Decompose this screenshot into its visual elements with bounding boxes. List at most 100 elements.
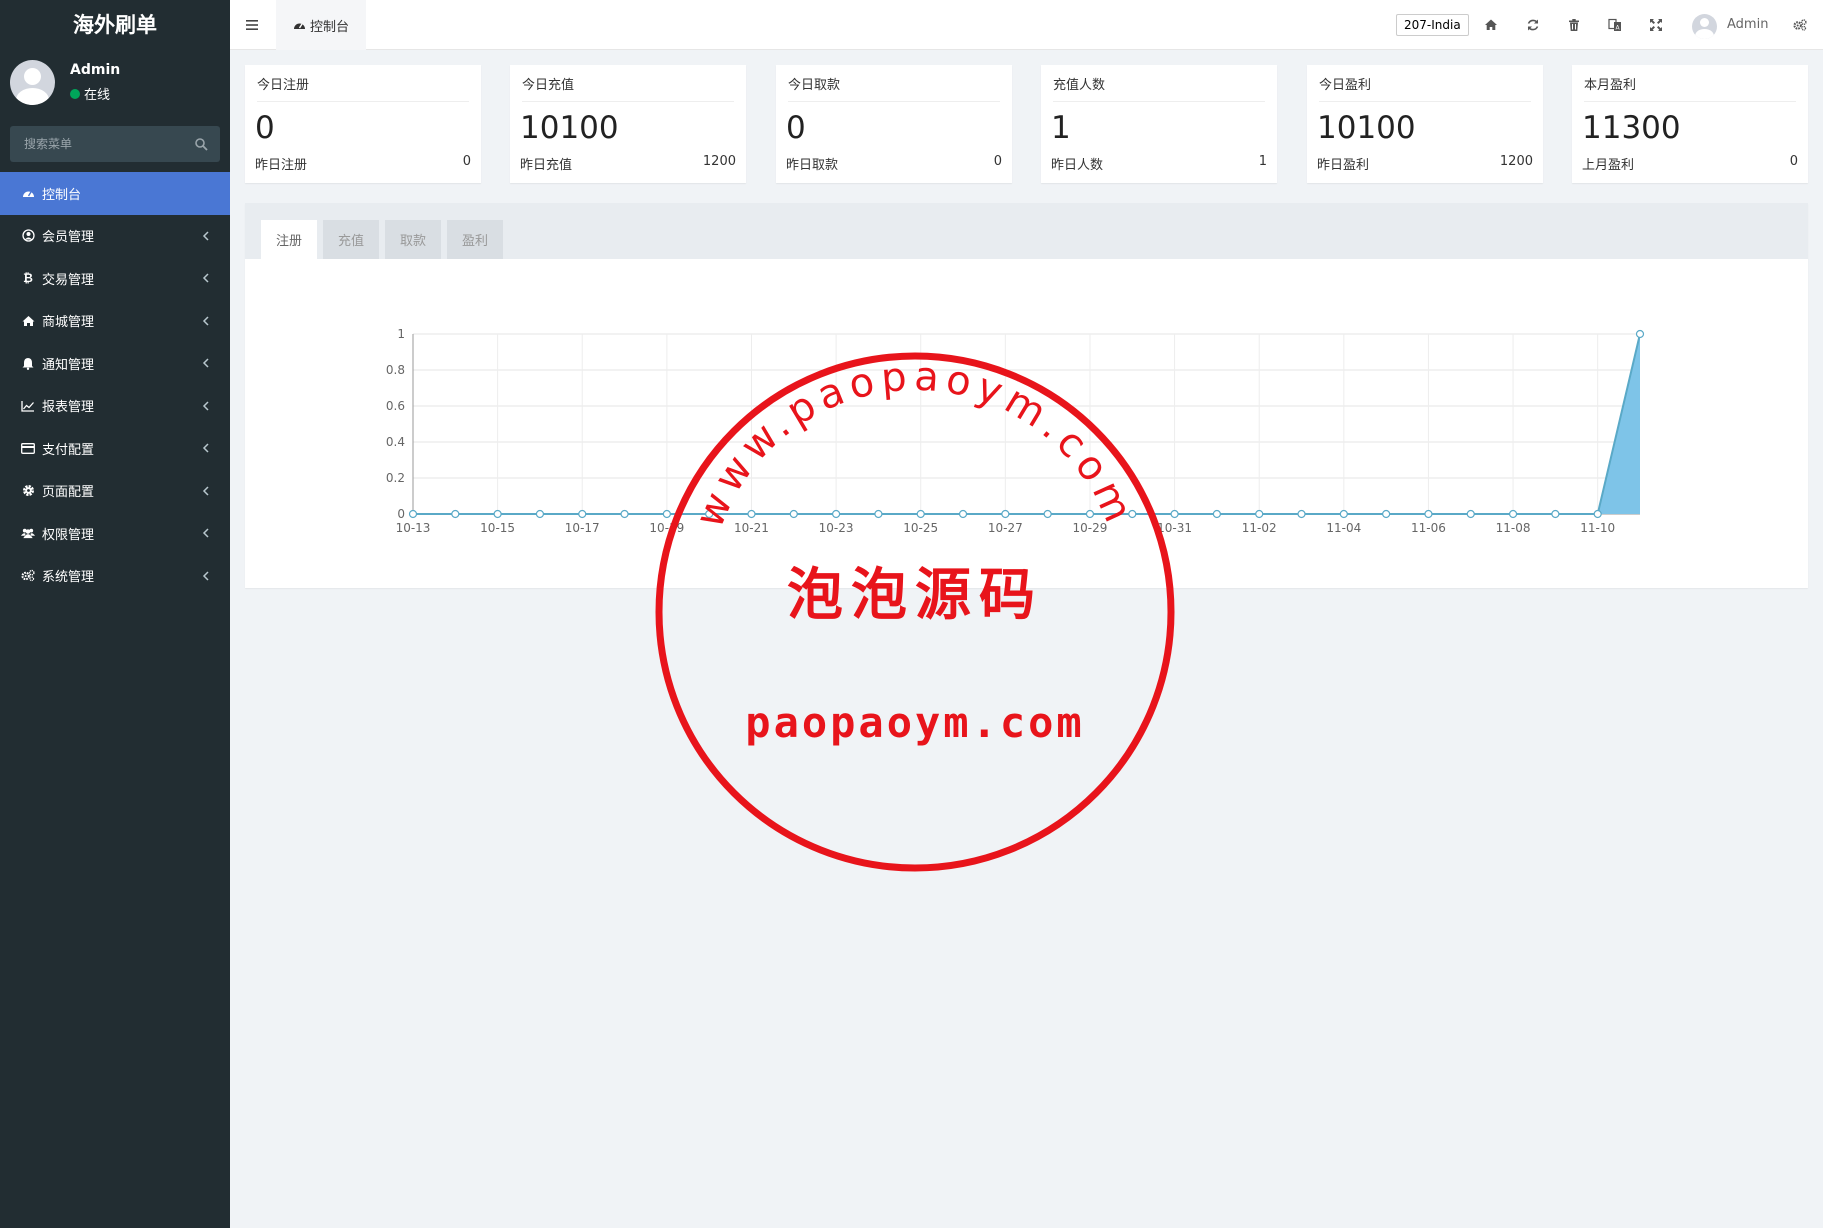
online-dot-icon	[70, 88, 80, 99]
chevron-left-icon	[202, 230, 209, 241]
y-tick-label: 0	[397, 507, 405, 521]
tab-recharge[interactable]: 充值	[323, 220, 379, 259]
data-point	[1212, 509, 1221, 519]
sidebar-item-notices[interactable]: 通知管理	[0, 342, 230, 385]
stat-title: 充值人数	[1053, 78, 1106, 93]
data-point	[535, 509, 545, 519]
x-tick-label: 10-17	[565, 521, 600, 535]
chevron-left-icon	[202, 570, 209, 581]
user-circle-icon	[21, 229, 35, 243]
sidebar-item-label: 支付配置	[42, 442, 95, 458]
data-point	[493, 509, 502, 519]
sidebar-item-permissions[interactable]: 权限管理	[0, 512, 230, 555]
stat-sub-value: 1200	[1499, 154, 1533, 169]
sidebar-item-payment[interactable]: 支付配置	[0, 427, 230, 470]
sidebar-menu: 控制台 会员管理 ₿ 交易管理 商城管理 通知管理 报表管理 支付配置 页面配置…	[0, 172, 230, 597]
sidebar-item-label: 通知管理	[42, 357, 95, 373]
fullscreen-icon[interactable]	[1649, 18, 1663, 32]
trash-icon[interactable]	[1567, 18, 1581, 32]
stat-title: 今日盈利	[1319, 78, 1372, 93]
stat-sub-label: 昨日人数	[1051, 158, 1104, 173]
data-point	[874, 509, 883, 519]
stamp-bottom-text: paopaoym.com	[745, 698, 1084, 747]
divider	[522, 101, 734, 102]
language-icon[interactable]: A	[1608, 18, 1622, 32]
stat-value: 0	[255, 110, 275, 146]
sidebar-item-members[interactable]: 会员管理	[0, 215, 230, 258]
sidebar-item-label: 会员管理	[42, 230, 95, 246]
menu-search	[10, 126, 220, 162]
region-selector[interactable]: 207-India	[1396, 14, 1469, 36]
stat-value: 10100	[520, 110, 619, 146]
data-point	[1508, 509, 1518, 519]
sidebar-item-reports[interactable]: 报表管理	[0, 385, 230, 428]
data-point	[1085, 509, 1095, 519]
x-tick-label: 11-08	[1496, 521, 1531, 535]
chevron-left-icon	[202, 443, 209, 453]
brand-title[interactable]: 海外刷单	[0, 0, 230, 50]
bitcoin-icon: ₿	[23, 271, 33, 286]
y-tick-label: 0.4	[386, 435, 405, 449]
menu-search-input[interactable]	[10, 126, 180, 162]
menu-toggle-icon[interactable]	[245, 18, 259, 32]
x-tick-label: 11-06	[1411, 521, 1446, 535]
data-point	[705, 509, 714, 519]
top-header: 控制台 207-India A Admin	[230, 0, 1823, 50]
stat-sub-value: 1200	[702, 154, 736, 169]
data-point	[451, 509, 460, 519]
data-point	[1128, 509, 1137, 519]
settings-icon[interactable]	[1793, 18, 1807, 32]
stat-title: 本月盈利	[1584, 78, 1637, 93]
stat-card-profit-today: 今日盈利 10100 昨日盈利 1200	[1307, 65, 1543, 183]
refresh-icon[interactable]	[1526, 18, 1540, 32]
stat-value: 1	[1051, 110, 1071, 146]
users-icon	[21, 526, 35, 540]
stat-sub-value: 0	[993, 154, 1002, 169]
stat-sub-label: 昨日取款	[786, 158, 839, 173]
tab-register[interactable]: 注册	[261, 220, 317, 259]
stat-value: 0	[786, 110, 806, 146]
data-point	[789, 509, 798, 519]
data-point	[1424, 509, 1433, 519]
data-point	[1382, 509, 1391, 519]
user-status-label: 在线	[84, 88, 111, 103]
data-point	[916, 509, 925, 519]
data-point	[408, 509, 418, 519]
home-icon[interactable]	[1484, 18, 1498, 32]
series-area	[413, 334, 1640, 514]
y-tick-label: 0.2	[386, 471, 405, 485]
stat-sub-value: 0	[1789, 154, 1798, 169]
stat-sub-label: 昨日充值	[520, 158, 573, 173]
data-point	[1551, 509, 1560, 519]
gear-icon	[21, 484, 35, 498]
tab-withdraw[interactable]: 取款	[385, 220, 441, 259]
data-point	[1339, 509, 1348, 519]
tab-profit[interactable]: 盈利	[447, 220, 503, 259]
x-tick-label: 10-21	[734, 521, 769, 535]
sidebar-item-label: 交易管理	[42, 272, 95, 288]
user-name: Admin	[70, 62, 121, 78]
chevron-left-icon	[202, 400, 209, 411]
sidebar-item-label: 页面配置	[42, 485, 95, 501]
chart-tabs: 注册 充值 取款 盈利	[245, 203, 1808, 259]
header-user-name[interactable]: Admin	[1727, 17, 1768, 32]
x-tick-label: 10-13	[396, 521, 431, 535]
x-tick-label: 11-04	[1326, 521, 1361, 535]
data-point	[578, 509, 587, 519]
x-tick-label: 11-10	[1580, 521, 1615, 535]
sidebar-item-pages[interactable]: 页面配置	[0, 470, 230, 513]
sidebar-item-system[interactable]: 系统管理	[0, 555, 230, 598]
stat-sub-label: 上月盈利	[1582, 158, 1635, 173]
tab-dashboard[interactable]: 控制台	[276, 0, 366, 50]
sidebar-item-trades[interactable]: ₿ 交易管理	[0, 257, 230, 300]
sidebar-item-shop[interactable]: 商城管理	[0, 300, 230, 343]
stat-card-withdraw: 今日取款 0 昨日取款 0	[776, 65, 1012, 183]
sidebar-item-dashboard[interactable]: 控制台	[0, 172, 230, 215]
data-point	[1466, 509, 1475, 519]
header-avatar[interactable]	[1692, 14, 1717, 39]
bell-icon	[21, 356, 35, 370]
search-icon[interactable]	[194, 137, 208, 151]
stat-title: 今日注册	[257, 78, 310, 93]
y-tick-label: 1	[397, 327, 405, 341]
stat-card-profit-month: 本月盈利 11300 上月盈利 0	[1572, 65, 1808, 183]
